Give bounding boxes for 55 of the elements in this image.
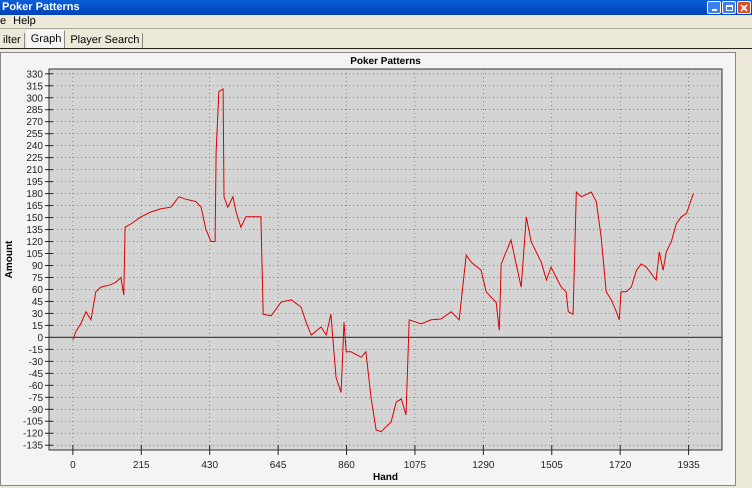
x-tick-label: 860 (338, 460, 355, 471)
menu-item[interactable]: Help (13, 16, 36, 27)
tab[interactable]: ilter (0, 33, 25, 48)
y-tick-label: 330 (26, 69, 43, 80)
tab[interactable]: Player Search (67, 33, 144, 48)
y-tick-label: -105 (22, 416, 43, 428)
y-tick-label: -90 (28, 404, 43, 416)
y-tick-label: -75 (28, 392, 43, 404)
close-button[interactable] (737, 1, 751, 14)
y-axis-label: Amount (4, 240, 15, 278)
x-tick-label: 645 (270, 460, 286, 471)
x-axis-label: Hand (373, 472, 398, 483)
y-tick-label: 135 (26, 225, 43, 236)
y-tick-label: 150 (26, 213, 43, 224)
y-tick-label: 90 (32, 261, 43, 272)
y-tick-label: -120 (22, 428, 43, 440)
maximize-button[interactable] (722, 1, 736, 14)
x-tick-label: 215 (132, 460, 150, 471)
tab[interactable]: Graph (26, 30, 66, 48)
y-tick-label: 210 (26, 165, 43, 176)
close-icon (740, 4, 748, 12)
x-tick-label: 430 (201, 460, 218, 471)
y-tick-label: 75 (32, 272, 43, 284)
y-tick-label: -135 (22, 440, 43, 452)
y-tick-label: 240 (26, 141, 43, 152)
y-tick-label: 255 (26, 129, 43, 140)
y-tick-label: -30 (28, 356, 43, 368)
menu-item[interactable]: e (0, 16, 6, 27)
x-tick-label: 1720 (609, 460, 632, 471)
y-tick-label: 180 (26, 189, 43, 200)
x-tick-label: 1505 (540, 460, 563, 471)
x-tick-label: 1935 (677, 460, 700, 471)
x-tick-label: 1290 (472, 460, 494, 471)
y-tick-label: 270 (26, 117, 43, 128)
y-tick-label: 30 (32, 308, 43, 320)
chart-title: Poker Patterns (350, 56, 421, 67)
y-tick-label: -15 (28, 344, 43, 356)
y-tick-label: 300 (26, 93, 43, 104)
x-tick-label: 0 (70, 460, 76, 471)
y-tick-label: -60 (28, 380, 43, 392)
y-tick-label: 105 (26, 249, 43, 260)
y-tick-label: 195 (26, 177, 43, 188)
y-tick-label: 165 (26, 201, 43, 212)
y-tick-label: -45 (28, 368, 43, 380)
y-tick-label: 45 (32, 296, 43, 308)
minimize-button[interactable] (707, 1, 721, 14)
y-tick-label: 15 (32, 320, 43, 332)
y-tick-label: 60 (32, 284, 43, 296)
y-tick-label: 285 (26, 105, 43, 116)
y-tick-label: 225 (26, 153, 43, 164)
y-tick-label: 315 (26, 81, 43, 92)
y-tick-label: 0 (37, 332, 43, 344)
x-tick-label: 1075 (404, 460, 426, 471)
window-title: Poker Patterns (2, 2, 80, 13)
y-tick-label: 120 (26, 237, 43, 248)
